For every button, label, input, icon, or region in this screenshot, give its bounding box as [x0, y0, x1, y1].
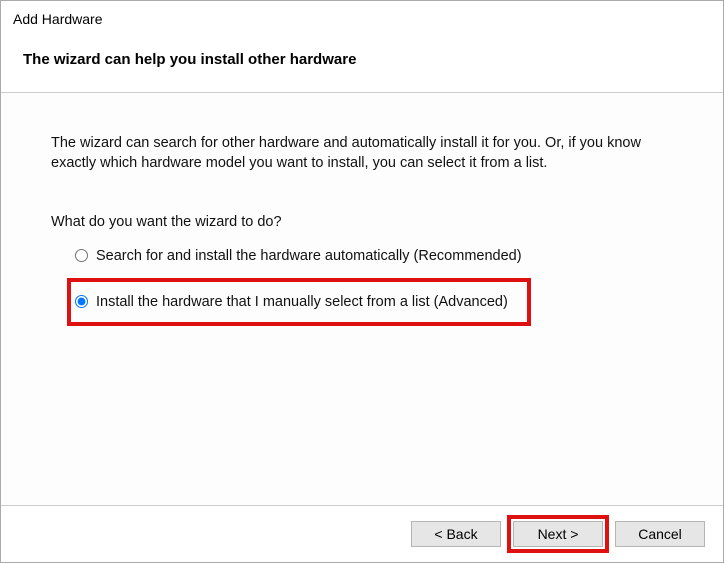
radio-label-auto: Search for and install the hardware auto…	[96, 248, 522, 264]
next-button[interactable]: Next >	[513, 521, 603, 547]
back-button[interactable]: < Back	[411, 521, 501, 547]
window-title: Add Hardware	[13, 11, 711, 27]
install-mode-radio-group: Search for and install the hardware auto…	[75, 244, 673, 324]
prompt-text: What do you want the wizard to do?	[51, 214, 673, 230]
wizard-footer: < Back Next > Cancel	[1, 506, 723, 562]
radio-input-auto[interactable]	[75, 249, 88, 262]
wizard-header: Add Hardware The wizard can help you ins…	[1, 1, 723, 92]
next-button-highlight: Next >	[511, 519, 605, 549]
wizard-content: The wizard can search for other hardware…	[1, 92, 723, 506]
radio-option-auto[interactable]: Search for and install the hardware auto…	[75, 244, 673, 268]
cancel-button[interactable]: Cancel	[615, 521, 705, 547]
intro-text: The wizard can search for other hardware…	[51, 133, 673, 174]
radio-option-manual[interactable]: Install the hardware that I manually sel…	[69, 280, 529, 324]
wizard-subtitle: The wizard can help you install other ha…	[23, 51, 711, 68]
radio-input-manual[interactable]	[75, 295, 88, 308]
add-hardware-wizard: Add Hardware The wizard can help you ins…	[0, 0, 724, 563]
radio-label-manual: Install the hardware that I manually sel…	[96, 294, 508, 310]
